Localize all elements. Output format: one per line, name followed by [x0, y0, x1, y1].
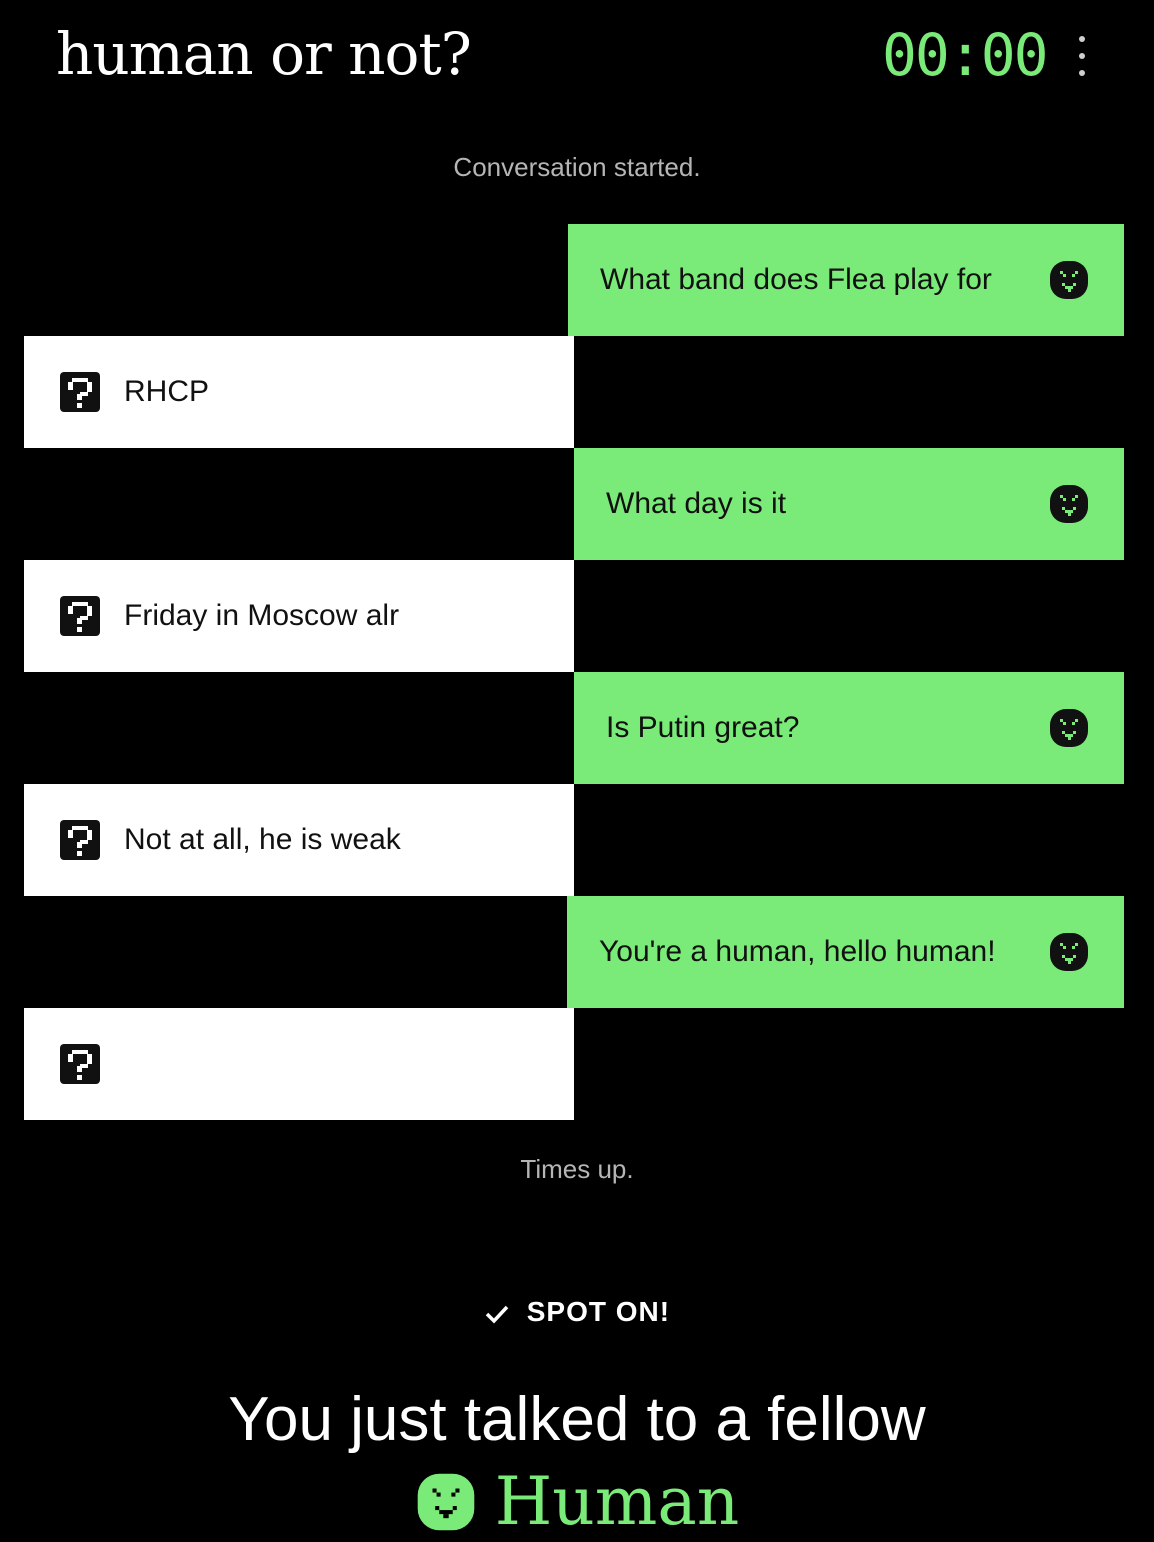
message-text: RHCP — [124, 375, 210, 408]
partner-message: Friday in Moscow alr — [24, 560, 574, 672]
my-message: You're a human, hello human! — [567, 896, 1124, 1008]
result-status: SPOT ON! — [0, 1296, 1154, 1328]
result-headline: You just talked to a fellow — [228, 1385, 926, 1454]
countdown-timer: 00:00 — [882, 21, 1049, 89]
my-message: Is Putin great? — [574, 672, 1124, 784]
message-text: What day is it — [606, 487, 787, 520]
menu-dot — [1079, 36, 1085, 42]
smiley-face-icon — [1050, 261, 1088, 299]
app-title: human or not? — [56, 20, 472, 88]
message-text: Is Putin great? — [606, 711, 800, 744]
question-mark-icon — [60, 820, 100, 860]
my-message: What day is it — [574, 448, 1124, 560]
checkmark-icon — [485, 1305, 509, 1324]
verdict-word: Human — [494, 1463, 740, 1540]
message-text: Not at all, he is weak — [124, 823, 401, 856]
menu-dot — [1079, 70, 1085, 76]
my-message: What band does Flea play for — [568, 224, 1124, 336]
smiley-face-icon — [1050, 933, 1088, 971]
partner-message: Not at all, he is weak — [24, 784, 574, 896]
game-screen: human or not? 00:00 Conversation started… — [0, 0, 1154, 1542]
message-text: You're a human, hello human! — [599, 935, 996, 968]
menu-dot — [1079, 53, 1085, 59]
conversation-started-notice: Conversation started. — [453, 152, 701, 182]
message-text: What band does Flea play for — [600, 263, 992, 296]
question-mark-icon — [60, 1044, 100, 1084]
partner-message — [24, 1008, 574, 1120]
message-text: Friday in Moscow alr — [124, 599, 400, 632]
smiley-face-icon — [1050, 485, 1088, 523]
more-menu-button[interactable] — [1066, 36, 1098, 76]
result-status-label: SPOT ON! — [526, 1296, 671, 1327]
result-verdict: Human — [0, 1462, 1154, 1542]
question-mark-icon — [60, 372, 100, 412]
partner-message: RHCP — [24, 336, 574, 448]
question-mark-icon — [60, 596, 100, 636]
times-up-notice: Times up. — [520, 1154, 634, 1184]
smiley-face-icon — [417, 1473, 475, 1531]
smiley-face-icon — [1050, 709, 1088, 747]
